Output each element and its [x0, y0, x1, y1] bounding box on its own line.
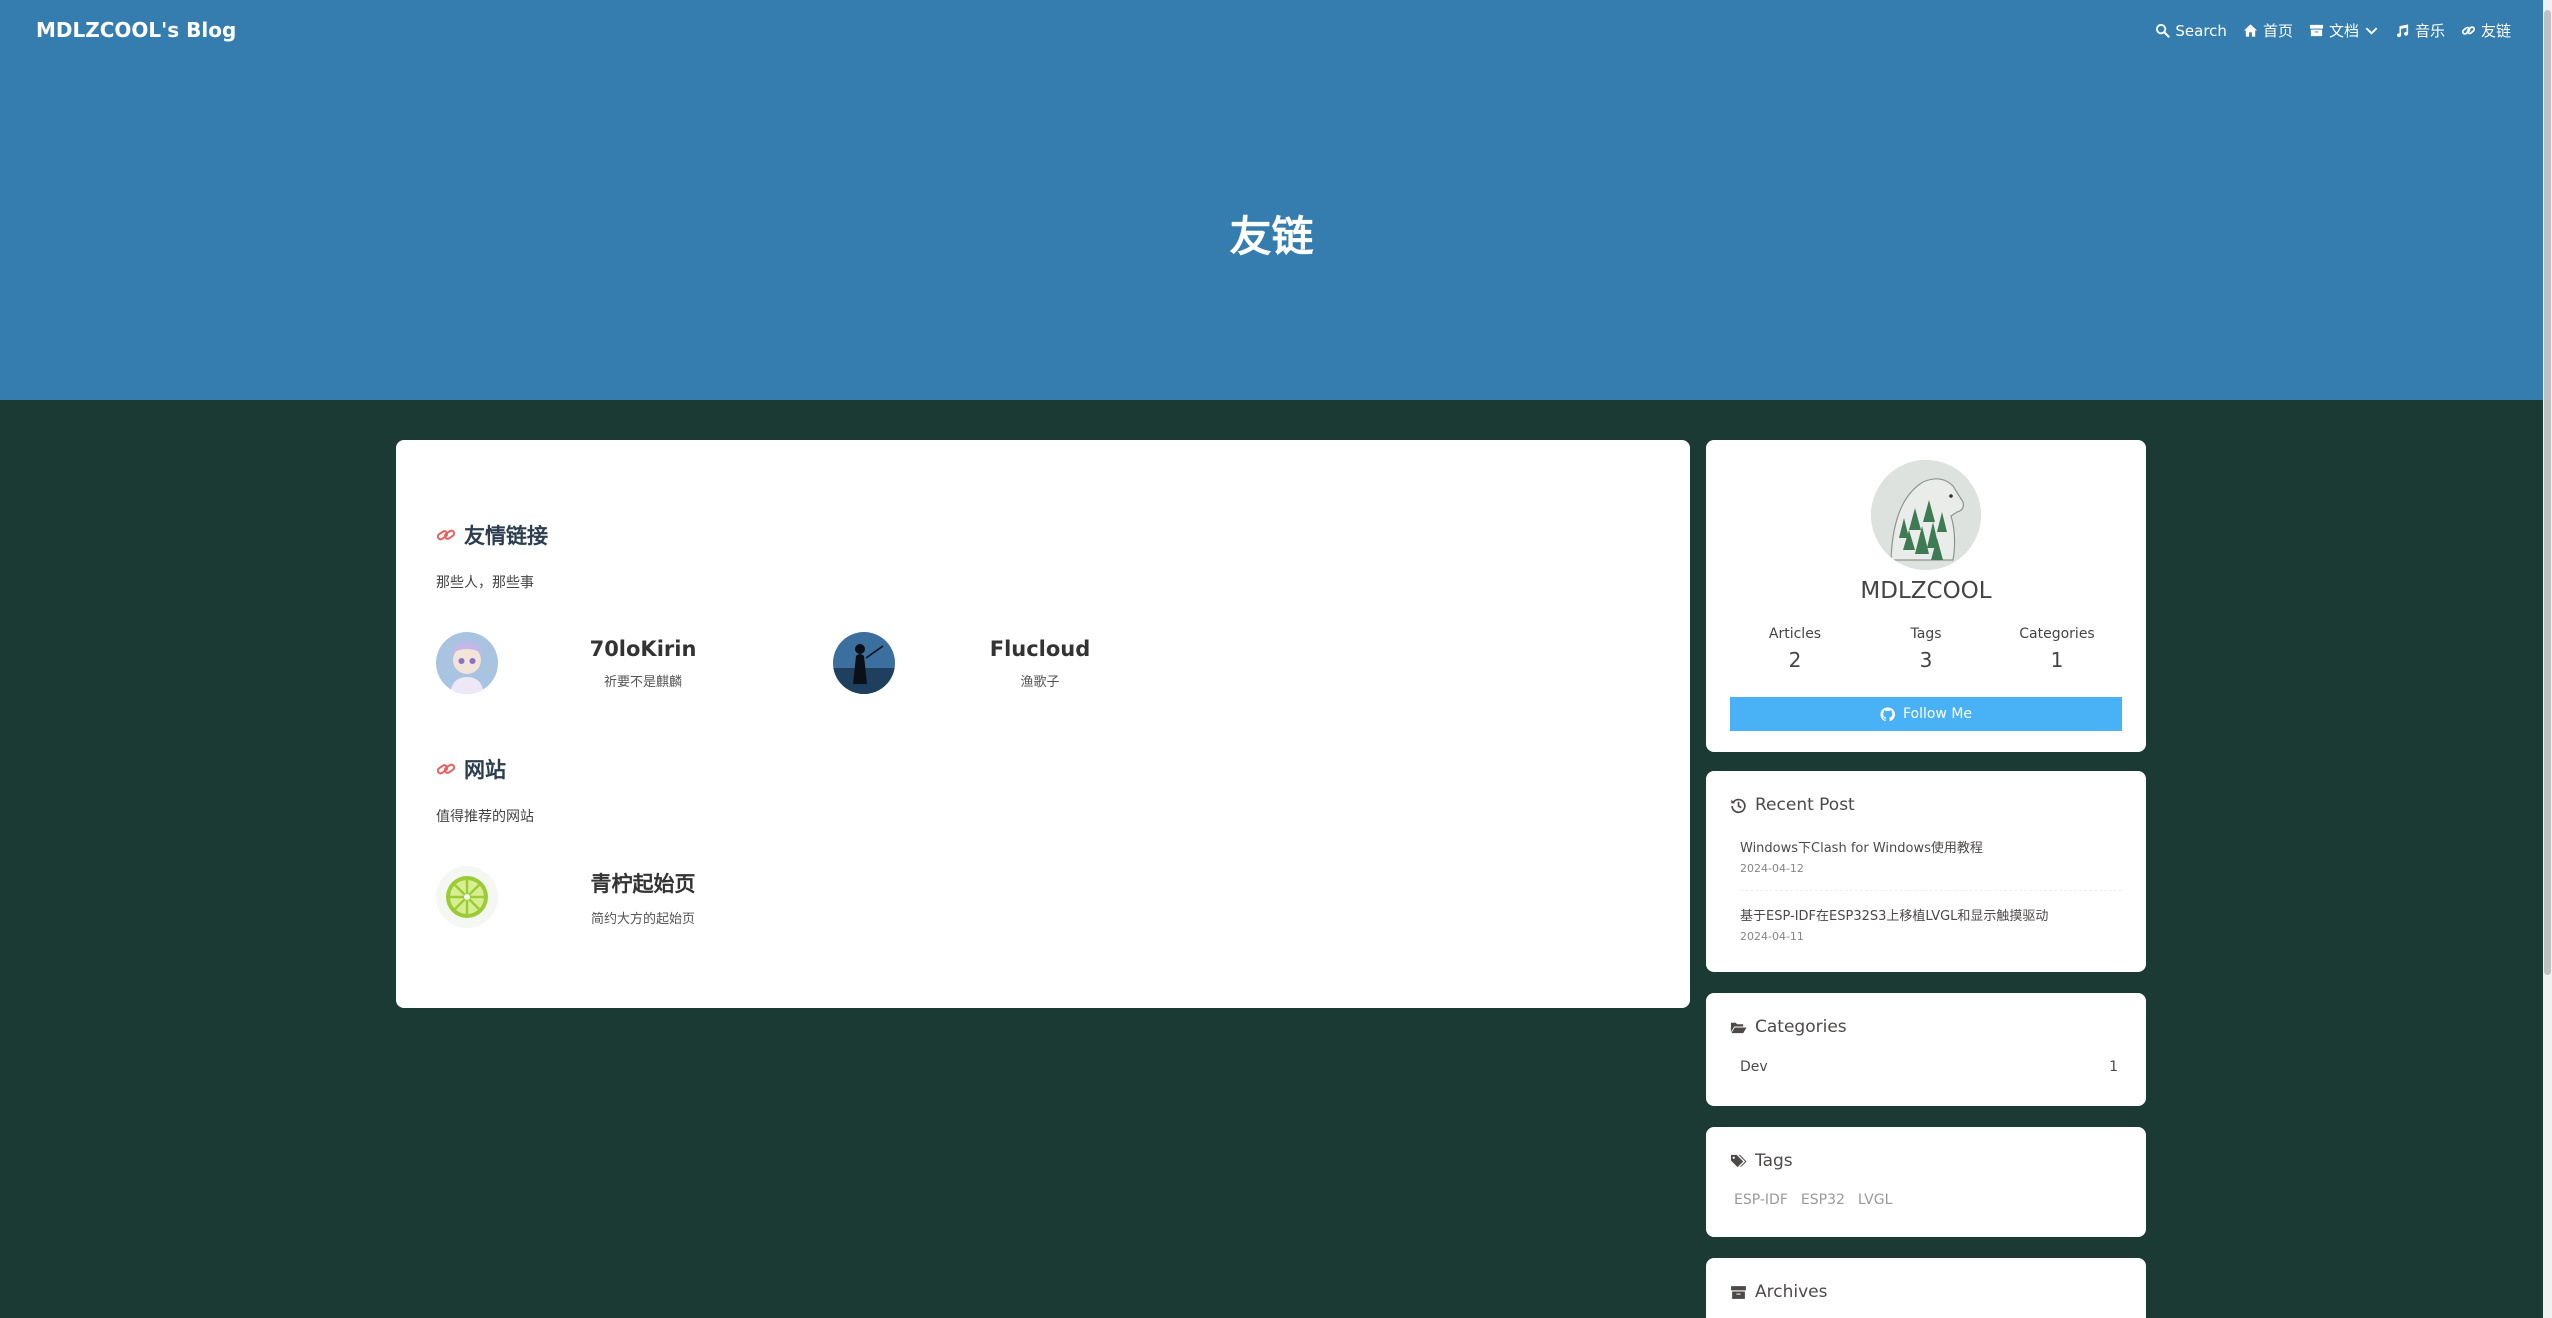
post-date: 2024-04-12 — [1740, 862, 1804, 875]
stat-label: Tags — [1910, 626, 1942, 642]
top-nav: Search 首页 文档 音乐 友链 — [2155, 20, 2511, 41]
follow-me-label: Follow Me — [1902, 706, 1973, 722]
flink-info: Flucloud 渔歌子 — [895, 637, 1197, 690]
nav-search-label: Search — [2175, 21, 2227, 40]
nav-music[interactable]: 音乐 — [2395, 20, 2445, 41]
page-title: 友链 — [1229, 212, 1314, 261]
category-name: Dev — [1740, 1059, 1768, 1075]
flink-desc: 渔歌子 — [1020, 674, 1060, 690]
categories-title: Categories — [1755, 1017, 1847, 1037]
stat-value: 3 — [1919, 648, 1933, 672]
nav-links-label: 友链 — [2480, 22, 2511, 40]
recent-post-title: Recent Post — [1755, 795, 1855, 815]
websites-desc: 值得推荐的网站 — [436, 809, 534, 825]
friends-heading: 友情链接 — [436, 520, 548, 550]
stat-value: 2 — [1788, 648, 1802, 672]
archive-icon — [1731, 1285, 1746, 1299]
tags-title: Tags — [1755, 1151, 1793, 1171]
tag-item[interactable]: ESP-IDF — [1734, 1192, 1788, 1208]
flink-item[interactable]: 青柠起始页 简约大方的起始页 — [410, 857, 800, 937]
recent-post-item[interactable]: 基于ESP-IDF在ESP32S3上移植LVGL和显示触摸驱动 2024-04-… — [1740, 905, 2130, 943]
flink-info: 70loKirin 祈要不是麒麟 — [498, 637, 800, 690]
nav-home-label: 首页 — [2262, 22, 2293, 40]
page-header: MDLZCOOL's Blog Search 首页 文档 音乐 友链 友链 — [0, 0, 2543, 400]
recent-post-card: Recent Post Windows下Clash for Windows使用教… — [1706, 771, 2146, 972]
nav-home[interactable]: 首页 — [2243, 20, 2293, 41]
flink-item[interactable]: Flucloud 渔歌子 — [807, 623, 1197, 703]
websites-title: 网站 — [464, 758, 506, 782]
stat-articles[interactable]: Articles 2 — [1730, 626, 1860, 672]
post-title: 基于ESP-IDF在ESP32S3上移植LVGL和显示触摸驱动 — [1740, 909, 2049, 924]
avatar — [436, 866, 498, 928]
nav-search[interactable]: Search — [2155, 22, 2227, 40]
post-title: Windows下Clash for Windows使用教程 — [1740, 841, 1983, 856]
avatar — [833, 632, 895, 694]
archives-title: Archives — [1755, 1282, 1828, 1302]
stat-tags[interactable]: Tags 3 — [1861, 626, 1991, 672]
stat-categories[interactable]: Categories 1 — [1992, 626, 2122, 672]
flink-info: 青柠起始页 简约大方的起始页 — [498, 868, 800, 927]
categories-card: Categories Dev 1 — [1706, 993, 2146, 1106]
avatar — [1871, 460, 1981, 570]
github-icon — [1880, 706, 1895, 721]
friends-desc: 那些人，那些事 — [436, 575, 534, 591]
flink-card: 友情链接 那些人，那些事 70loKirin 祈要不是麒麟 Flucloud 渔… — [396, 440, 1690, 1008]
recent-post-heading: Recent Post — [1730, 795, 1855, 815]
archives-card: Archives — [1706, 1258, 2146, 1318]
flink-name: 70loKirin — [589, 636, 697, 661]
link-icon — [436, 529, 456, 541]
link-icon — [436, 763, 456, 775]
stat-label: Categories — [2019, 626, 2095, 642]
avatar — [436, 632, 498, 694]
flink-name: 青柠起始页 — [590, 871, 696, 896]
flink-desc: 简约大方的起始页 — [590, 911, 695, 927]
author-name: MDLZCOOL — [1860, 578, 1992, 604]
nav-music-label: 音乐 — [2414, 22, 2445, 40]
follow-me-button[interactable]: Follow Me — [1730, 697, 2122, 731]
chevron-down-icon — [2365, 27, 2378, 35]
recent-post-item[interactable]: Windows下Clash for Windows使用教程 2024-04-12 — [1740, 837, 2130, 875]
music-icon — [2396, 24, 2409, 38]
link-icon — [2461, 26, 2476, 35]
nav-links[interactable]: 友链 — [2461, 20, 2511, 41]
author-stats: Articles 2 Tags 3 Categories 1 — [1730, 626, 2122, 672]
tags-icon — [1730, 1154, 1747, 1167]
tag-cloud: ESP-IDF ESP32 LVGL — [1734, 1192, 1892, 1208]
home-icon — [2243, 24, 2257, 37]
archive-icon — [2309, 24, 2324, 37]
flink-item[interactable]: 70loKirin 祈要不是麒麟 — [410, 623, 800, 703]
author-card: MDLZCOOL Articles 2 Tags 3 Categories 1 … — [1706, 440, 2146, 752]
friends-title: 友情链接 — [464, 524, 548, 548]
stat-value: 1 — [2050, 648, 2064, 672]
post-date: 2024-04-11 — [1740, 930, 1804, 943]
tags-card: Tags ESP-IDF ESP32 LVGL — [1706, 1127, 2146, 1237]
category-item[interactable]: Dev 1 — [1740, 1059, 2118, 1075]
nav-docs-label: 文档 — [2328, 22, 2359, 40]
folder-open-icon — [1730, 1022, 1747, 1033]
site-brand[interactable]: MDLZCOOL's Blog — [36, 18, 236, 42]
divider — [1740, 890, 2122, 891]
flink-name: Flucloud — [989, 636, 1091, 661]
flink-desc: 祈要不是麒麟 — [603, 674, 682, 690]
scrollbar-thumb[interactable] — [2544, 10, 2551, 975]
stat-label: Articles — [1768, 626, 1822, 642]
websites-heading: 网站 — [436, 754, 506, 784]
search-icon — [2156, 23, 2171, 38]
tags-heading: Tags — [1730, 1151, 1793, 1171]
tag-item[interactable]: ESP32 — [1801, 1192, 1845, 1208]
category-count: 1 — [2109, 1059, 2118, 1075]
categories-heading: Categories — [1730, 1017, 1847, 1037]
tag-item[interactable]: LVGL — [1858, 1192, 1893, 1208]
history-icon — [1731, 798, 1746, 813]
page-scrollbar[interactable] — [2543, 0, 2552, 1318]
archives-heading: Archives — [1730, 1282, 1827, 1302]
nav-docs[interactable]: 文档 — [2309, 20, 2379, 41]
